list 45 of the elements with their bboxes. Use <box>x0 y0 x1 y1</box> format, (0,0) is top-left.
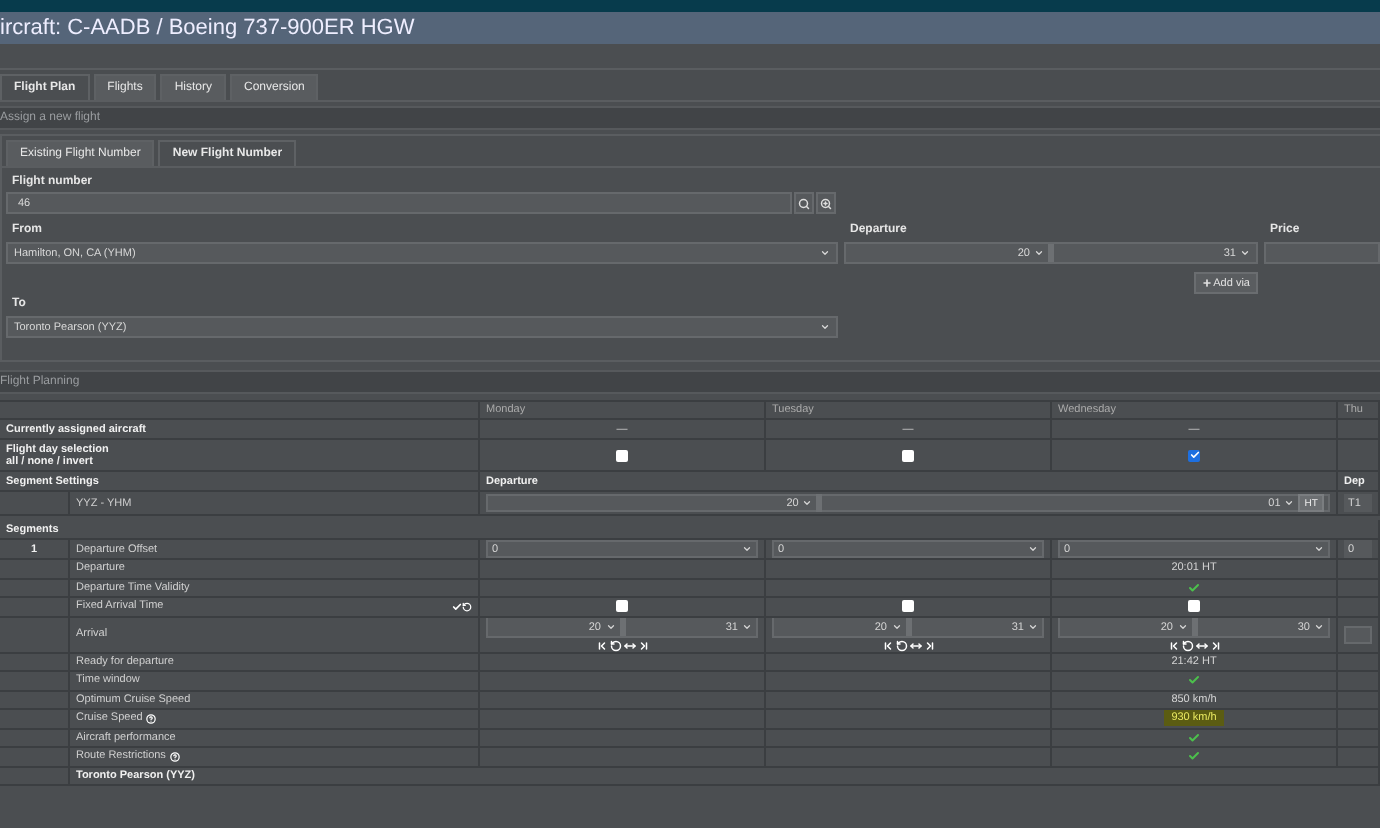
window-title: ircraft: C-AADB / Boeing 737-900ER HGW <box>0 12 1380 44</box>
first-icon[interactable] <box>1167 640 1179 651</box>
reset-icon[interactable] <box>609 640 621 651</box>
first-icon[interactable] <box>881 640 893 651</box>
reset-icon[interactable] <box>1181 640 1193 651</box>
last-icon[interactable] <box>1209 640 1221 651</box>
zoom-button[interactable] <box>816 192 836 214</box>
check-icon <box>1188 581 1200 594</box>
last-icon[interactable] <box>923 640 935 651</box>
caret-icon <box>742 622 752 632</box>
caret-icon <box>1028 544 1038 554</box>
last-icon[interactable] <box>637 640 649 651</box>
first-icon[interactable] <box>595 640 607 651</box>
caret-icon <box>820 322 830 332</box>
caret-icon <box>605 622 615 632</box>
caret-icon <box>1240 248 1250 258</box>
checkbox[interactable] <box>1188 600 1200 613</box>
checkbox[interactable] <box>616 449 628 461</box>
help-icon <box>169 751 180 762</box>
caret-icon <box>1314 622 1324 632</box>
reset-icon[interactable] <box>462 601 472 612</box>
swap-icon[interactable] <box>909 640 921 651</box>
caret-icon <box>1177 622 1187 632</box>
arrival-time-field[interactable] <box>1344 625 1372 643</box>
checkbox[interactable] <box>902 600 914 613</box>
search-button[interactable] <box>794 192 814 214</box>
plus-icon <box>1201 278 1212 288</box>
caret-icon <box>802 498 813 508</box>
swap-icon[interactable] <box>1195 640 1207 651</box>
swap-icon[interactable] <box>623 640 635 651</box>
caret-icon <box>1034 248 1044 258</box>
help-icon <box>146 713 157 724</box>
checkbox[interactable] <box>1188 449 1200 461</box>
price-field[interactable] <box>1264 242 1380 264</box>
caret-icon <box>1284 498 1295 508</box>
caret-icon <box>820 248 830 258</box>
caret-icon <box>742 544 752 554</box>
caret-icon <box>1314 544 1324 554</box>
check-icon[interactable] <box>452 601 462 612</box>
caret-icon <box>891 622 901 632</box>
caret-icon <box>1028 622 1038 632</box>
checkbox[interactable] <box>616 600 628 613</box>
checkbox[interactable] <box>902 449 914 461</box>
reset-icon[interactable] <box>895 640 907 651</box>
check-icon <box>1188 674 1200 687</box>
